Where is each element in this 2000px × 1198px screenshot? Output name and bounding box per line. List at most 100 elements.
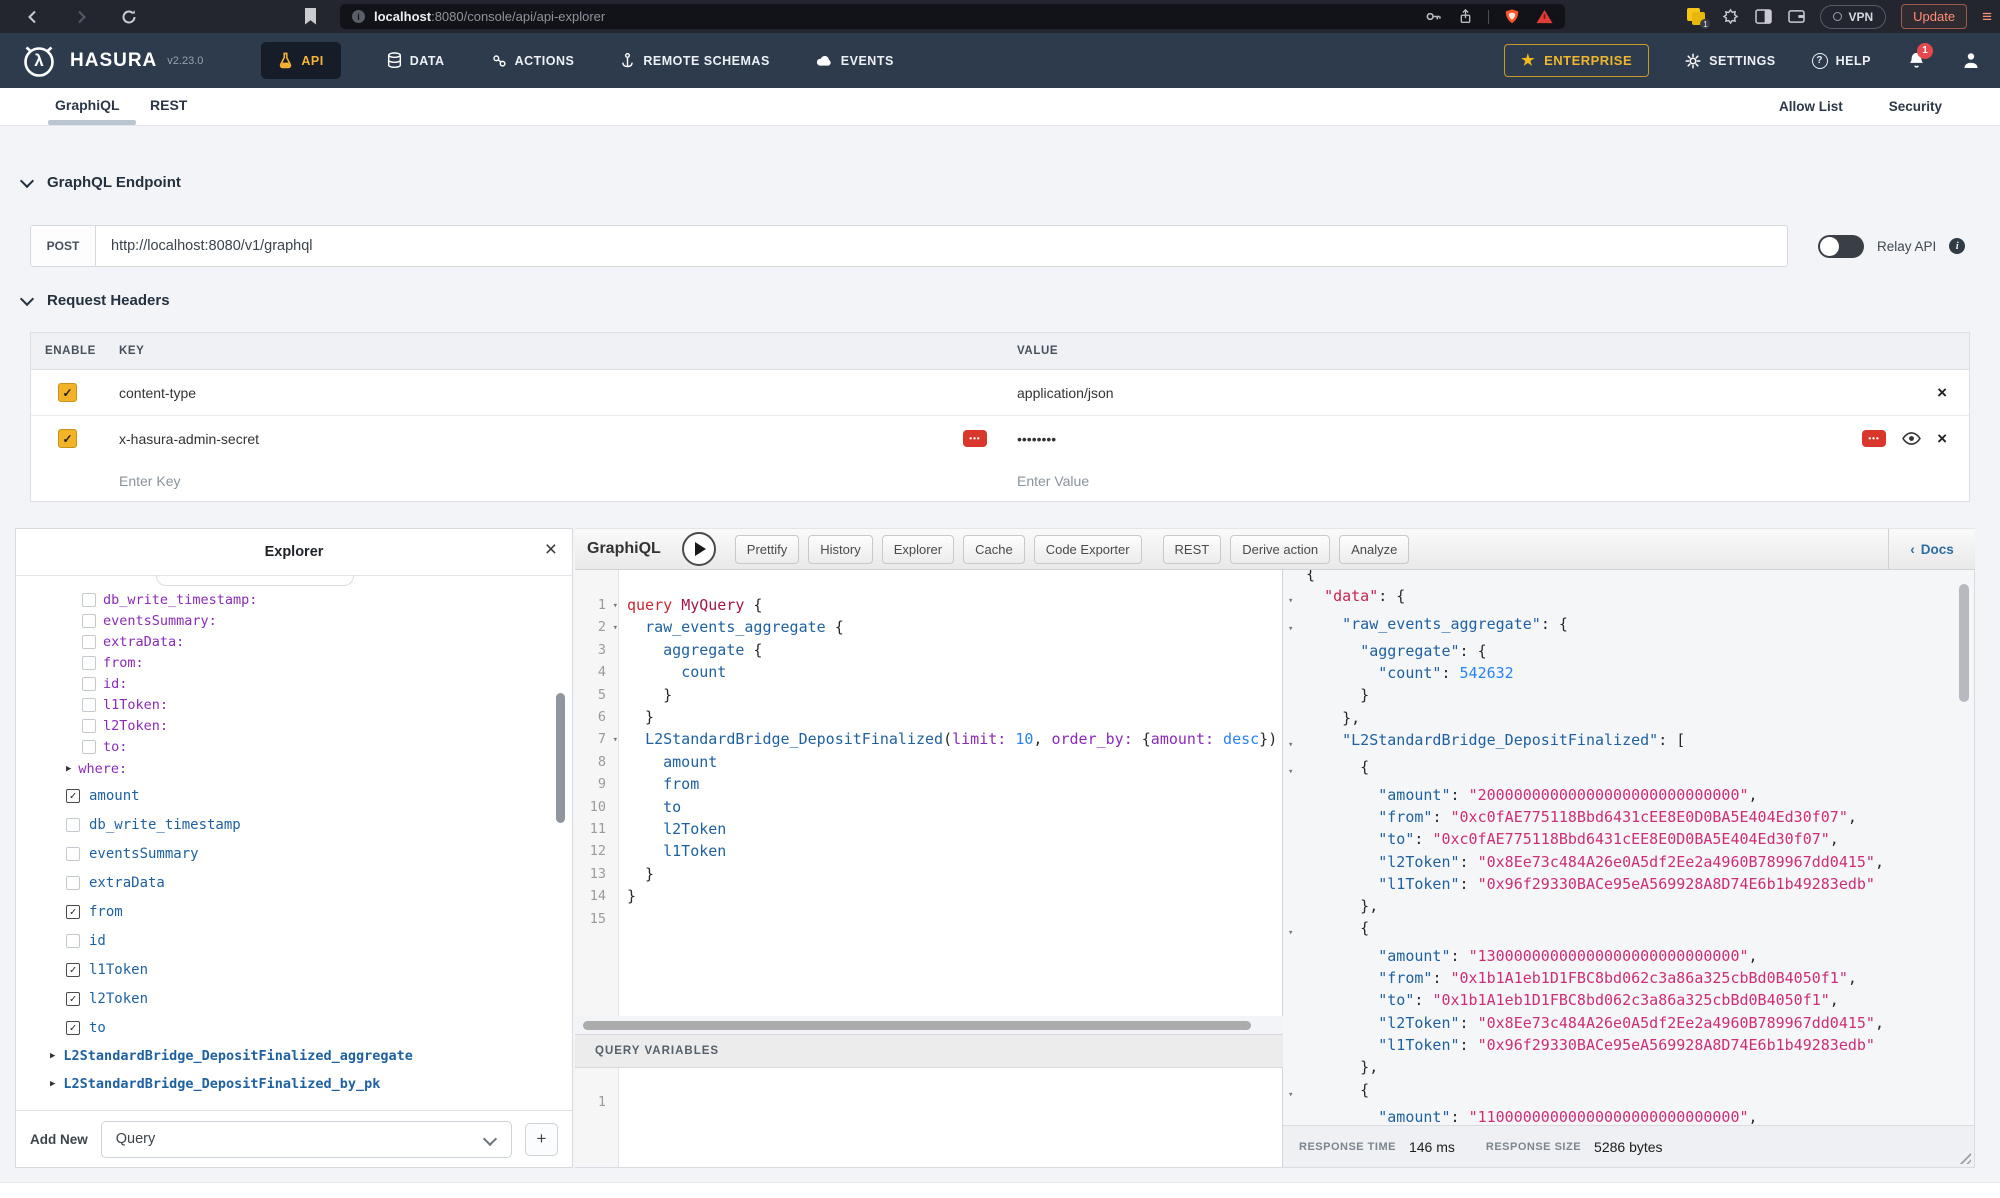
fold-arrow-icon[interactable]: ▾: [613, 617, 618, 639]
checkbox-icon[interactable]: [82, 719, 96, 733]
toolbar-button-explorer[interactable]: Explorer: [882, 535, 954, 564]
remove-header-icon[interactable]: ×: [1937, 430, 1947, 447]
code-line[interactable]: 7▾ L2StandardBridge_DepositFinalized(lim…: [575, 728, 1282, 750]
share-icon[interactable]: [1456, 8, 1474, 26]
toolbar-button-analyze[interactable]: Analyze: [1339, 535, 1409, 564]
key-input[interactable]: Enter Key: [119, 473, 180, 489]
header-key-value[interactable]: x-hasura-admin-secret: [119, 431, 259, 447]
tab-rest[interactable]: REST: [150, 97, 187, 113]
explorer-field[interactable]: ✓from: [16, 897, 572, 926]
checkbox-icon[interactable]: [82, 614, 96, 628]
explorer-field-tree[interactable]: db_write_timestamp:eventsSummary:extraDa…: [16, 575, 572, 1110]
admin-secret-badge-icon[interactable]: •••: [963, 430, 987, 447]
settings-button[interactable]: SETTINGS: [1685, 53, 1776, 69]
checkbox-icon[interactable]: ✓: [66, 963, 80, 977]
reveal-value-eye-icon[interactable]: [1902, 431, 1921, 446]
checkbox-icon[interactable]: [66, 934, 80, 948]
update-button[interactable]: Update: [1901, 4, 1967, 29]
code-line[interactable]: 8 amount: [575, 751, 1282, 773]
execute-query-button[interactable]: [682, 532, 716, 566]
security-link[interactable]: Security: [1889, 99, 1942, 114]
checkbox-icon[interactable]: [82, 593, 96, 607]
explorer-arg-field[interactable]: id:: [16, 673, 572, 694]
toolbar-button-code-exporter[interactable]: Code Exporter: [1034, 535, 1142, 564]
tab-graphiql[interactable]: GraphiQL: [55, 97, 120, 113]
brand-name[interactable]: HASURA: [70, 50, 157, 72]
fold-arrow-icon[interactable]: ▾: [1288, 585, 1306, 612]
checkbox-icon[interactable]: [66, 818, 80, 832]
graphql-endpoint-section-header[interactable]: GraphQL Endpoint: [22, 174, 181, 191]
enterprise-button[interactable]: ★ ENTERPRISE: [1504, 44, 1649, 77]
menu-icon[interactable]: ≡: [1982, 7, 1992, 27]
explorer-arg-field[interactable]: to:: [16, 736, 572, 757]
explorer-field[interactable]: extraData: [16, 868, 572, 897]
fold-arrow-icon[interactable]: ▾: [613, 729, 618, 751]
checkbox-icon[interactable]: [82, 656, 96, 670]
response-scrollbar[interactable]: [1959, 584, 1969, 702]
checkbox-icon[interactable]: [66, 847, 80, 861]
explorer-field[interactable]: db_write_timestamp: [16, 810, 572, 839]
explorer-where-field[interactable]: ▶where:: [16, 757, 572, 781]
resize-handle-icon[interactable]: [1957, 1150, 1971, 1164]
add-operation-button[interactable]: +: [525, 1123, 558, 1156]
nav-item-remote-schemas[interactable]: REMOTE SCHEMAS: [620, 52, 769, 69]
fold-arrow-icon[interactable]: ▾: [1288, 1079, 1306, 1106]
header-enable-checkbox[interactable]: ✓: [58, 429, 77, 448]
explorer-field[interactable]: ✓l1Token: [16, 955, 572, 984]
code-line[interactable]: 9 from: [575, 773, 1282, 795]
fold-arrow-icon[interactable]: ▾: [1288, 756, 1306, 783]
checkbox-icon[interactable]: [82, 677, 96, 691]
close-icon[interactable]: ×: [545, 538, 557, 562]
help-button[interactable]: ? HELP: [1812, 53, 1871, 69]
nav-item-data[interactable]: DATA: [387, 52, 445, 69]
url-bar[interactable]: i localhost :8080/console/api/api-explor…: [340, 4, 1565, 29]
reload-icon[interactable]: [120, 8, 138, 26]
editor-horizontal-scrollbar[interactable]: [583, 1021, 1251, 1030]
notes-extension-icon[interactable]: 1: [1687, 8, 1706, 25]
code-line[interactable]: 13 }: [575, 863, 1282, 885]
toolbar-button-prettify[interactable]: Prettify: [735, 535, 799, 564]
fold-arrow-icon[interactable]: ▾: [1288, 613, 1306, 640]
checkbox-icon[interactable]: ✓: [66, 789, 80, 803]
response-panel[interactable]: {▾ "data": {▾ "raw_events_aggregate": { …: [1283, 570, 1975, 1125]
explorer-field[interactable]: id: [16, 926, 572, 955]
explorer-field[interactable]: ✓to: [16, 1013, 572, 1042]
checkbox-icon[interactable]: [82, 698, 96, 712]
forward-icon[interactable]: [72, 8, 90, 26]
relay-api-toggle[interactable]: [1818, 235, 1864, 258]
explorer-collapsed-field[interactable]: ▶L2StandardBridge_DepositFinalized_by_pk: [16, 1070, 572, 1098]
toolbar-button-rest[interactable]: REST: [1163, 535, 1222, 564]
request-headers-section-header[interactable]: Request Headers: [22, 292, 170, 309]
explorer-field[interactable]: ✓amount: [16, 781, 572, 810]
explorer-scrollbar[interactable]: [556, 693, 565, 823]
site-info-icon[interactable]: i: [352, 10, 365, 23]
checkbox-icon[interactable]: ✓: [66, 1021, 80, 1035]
toolbar-button-cache[interactable]: Cache: [963, 535, 1025, 564]
header-key-value[interactable]: content-type: [119, 385, 196, 401]
checkbox-icon[interactable]: ✓: [66, 992, 80, 1006]
fold-arrow-icon[interactable]: ▾: [613, 595, 618, 617]
code-line[interactable]: 4 count: [575, 661, 1282, 683]
nav-item-api[interactable]: API: [261, 42, 340, 79]
back-icon[interactable]: [24, 8, 42, 26]
toolbar-button-history[interactable]: History: [808, 535, 872, 564]
code-line[interactable]: 14}: [575, 885, 1282, 907]
graphql-endpoint-url[interactable]: http://localhost:8080/v1/graphql: [96, 226, 1787, 266]
wallet-icon[interactable]: [1787, 8, 1805, 26]
query-variables-editor[interactable]: 1: [575, 1068, 1283, 1168]
extension-icon[interactable]: [1721, 8, 1739, 26]
checkbox-icon[interactable]: ✓: [66, 905, 80, 919]
add-new-select[interactable]: Query: [101, 1121, 512, 1158]
code-line[interactable]: 2▾ raw_events_aggregate {: [575, 616, 1282, 638]
code-line[interactable]: 6 }: [575, 706, 1282, 728]
header-value-value[interactable]: application/json: [1017, 385, 1114, 401]
explorer-arg-field[interactable]: from:: [16, 652, 572, 673]
checkbox-icon[interactable]: [66, 876, 80, 890]
info-icon[interactable]: i: [1949, 238, 1965, 254]
code-line[interactable]: 11 l2Token: [575, 818, 1282, 840]
docs-button[interactable]: ‹ Docs: [1888, 529, 1975, 569]
code-line[interactable]: 3 aggregate {: [575, 639, 1282, 661]
endpoint-input[interactable]: POST http://localhost:8080/v1/graphql: [30, 225, 1788, 267]
code-line[interactable]: 12 l1Token: [575, 840, 1282, 862]
hasura-logo-icon[interactable]: λ: [20, 42, 58, 80]
